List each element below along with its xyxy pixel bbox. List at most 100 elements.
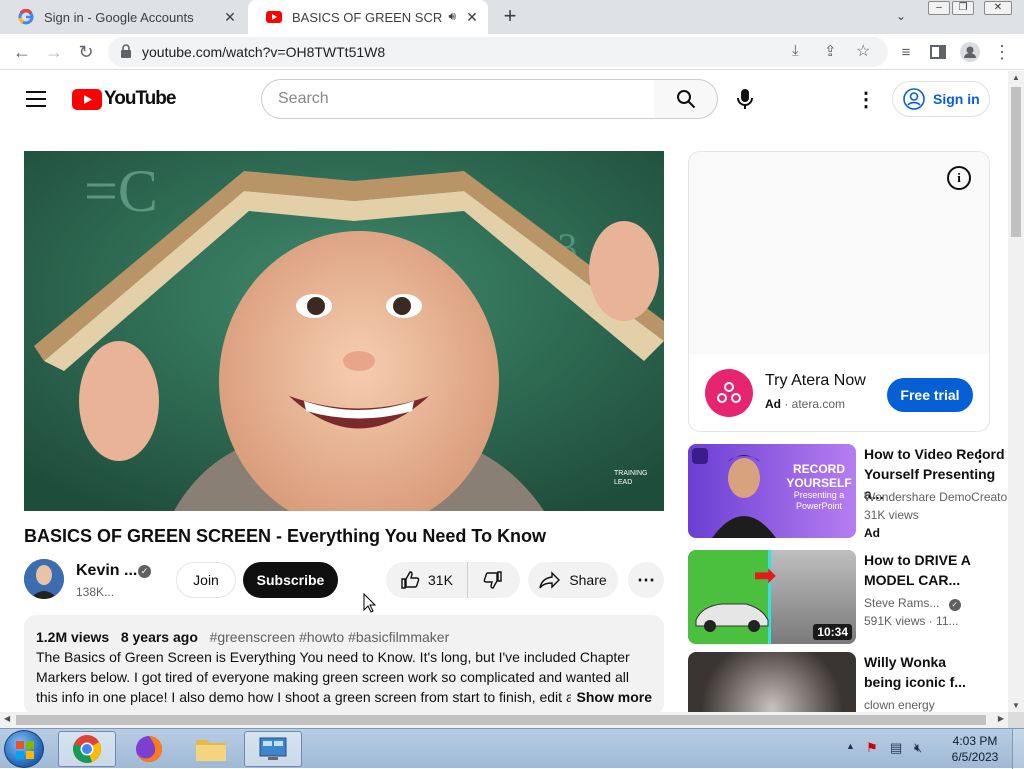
side-panel-icon[interactable] [926, 40, 950, 64]
scroll-down-arrow[interactable]: ▼ [1012, 701, 1020, 710]
tab-search-icon[interactable]: ⌄ [896, 9, 906, 23]
youtube-logo-text: YouTube [104, 88, 176, 109]
taskbar-control-panel[interactable] [244, 731, 302, 767]
recommendation-channel[interactable]: Steve Rams... [864, 596, 939, 610]
recommendation-views: 31K views [864, 508, 919, 522]
close-tab-icon[interactable]: ✕ [222, 9, 238, 25]
scroll-thumb[interactable] [16, 715, 986, 725]
minimize-button[interactable]: – [928, 1, 950, 15]
network-icon[interactable]: ▤ [890, 740, 902, 756]
microphone-icon[interactable] [736, 88, 754, 115]
windows-taskbar: ▲ ⚑ ▤ 🔇︎ 4:03 PM 6/5/2023 [0, 728, 1024, 769]
video-player[interactable]: =C -3 TRAINING LEAD [24, 151, 664, 511]
sign-in-button[interactable]: Sign in [892, 81, 990, 117]
join-button[interactable]: Join [176, 562, 236, 598]
dislike-button[interactable] [468, 562, 518, 598]
channel-avatar[interactable] [24, 559, 64, 599]
scroll-left-arrow[interactable]: ◀ [4, 714, 10, 723]
description-text: The Basics of Green Screen is Everything… [36, 649, 630, 705]
google-icon [18, 9, 34, 25]
new-tab-button[interactable]: + [498, 5, 522, 29]
atera-logo-icon [705, 369, 753, 417]
tab-title: Sign in - Google Accounts [44, 9, 194, 25]
share-label: Share [569, 572, 607, 588]
ad-banner-area[interactable] [689, 152, 989, 354]
reload-icon[interactable]: ↻ [74, 40, 98, 64]
profile-icon[interactable] [958, 40, 982, 64]
show-desktop-button[interactable] [1012, 729, 1024, 769]
close-window-button[interactable]: ✕ [984, 1, 1012, 15]
recommendation-menu-icon[interactable]: ⋮ [972, 446, 988, 466]
recommendation-title[interactable]: Willy Wonka being iconic f... [864, 652, 974, 692]
hashtags[interactable]: #greenscreen #howto #basicfilmmaker [210, 629, 450, 645]
media-control-icon[interactable]: ≡ [894, 40, 918, 64]
search-button[interactable] [654, 79, 718, 119]
show-hidden-icons[interactable]: ▲ [846, 741, 855, 751]
horizontal-scrollbar[interactable]: ◀ ▶ [0, 712, 1008, 728]
ad-info-icon[interactable]: i [947, 166, 971, 190]
recommendation-item[interactable]: RECORD YOURSELF Presenting a PowerPoint … [688, 444, 1011, 540]
taskbar-firefox[interactable] [120, 731, 178, 767]
thumb-text: YOURSELF [786, 476, 852, 490]
clock[interactable]: 4:03 PM 6/5/2023 [948, 733, 1002, 765]
firefox-icon [136, 736, 162, 762]
forward-icon[interactable]: → [42, 40, 66, 64]
youtube-header: YouTube Search ⋮ Sign in [0, 71, 1008, 127]
verified-icon: ✓ [948, 599, 961, 611]
youtube-logo-icon [72, 88, 102, 110]
close-tab-icon[interactable]: ✕ [464, 9, 480, 25]
like-count: 31K [428, 572, 453, 588]
settings-menu-icon[interactable]: ⋮ [856, 87, 876, 112]
sign-in-label: Sign in [933, 91, 980, 107]
recommendation-channel[interactable]: clown energy [864, 696, 935, 712]
video-thumbnail[interactable] [688, 652, 856, 712]
recommendation-item[interactable]: ➡ 10:34 How to DRIVE A MODEL CAR... Stev… [688, 550, 1008, 644]
more-actions-button[interactable]: ⋯ [628, 562, 664, 598]
control-panel-icon [259, 737, 287, 760]
ad-badge: Ad [864, 526, 880, 540]
subscribe-button[interactable]: Subscribe [243, 562, 338, 598]
bookmark-star-icon[interactable]: ☆ [856, 41, 870, 61]
install-icon[interactable]: ⤓ [792, 42, 799, 59]
share-page-icon[interactable]: ⇪ [824, 42, 837, 60]
account-icon [903, 88, 925, 110]
back-icon[interactable]: ← [10, 40, 34, 64]
search-input[interactable]: Search [261, 79, 655, 119]
video-duration: 10:34 [813, 624, 852, 640]
start-button[interactable] [4, 730, 44, 768]
tab-youtube-video[interactable]: BASICS OF GREEN SCREEN - 🔊︎ ✕ [248, 0, 488, 34]
sidebar-ad[interactable]: i Try Atera Now Ad · atera.com Free tria… [688, 151, 990, 432]
address-bar[interactable]: youtube.com/watch?v=OH8TWTt51W8 ⤓ ⇪ ☆ [108, 37, 888, 67]
free-trial-button[interactable]: Free trial [887, 378, 973, 412]
url-text: youtube.com/watch?v=OH8TWTt51W8 [142, 44, 386, 60]
recommendation-channel[interactable]: Wondershare DemoCreator [864, 488, 1011, 506]
view-count: 1.2M views [36, 629, 110, 645]
like-button[interactable]: 31K [386, 562, 468, 598]
lock-icon [120, 44, 132, 63]
show-more-button[interactable]: Show more [570, 687, 652, 707]
mouse-cursor [363, 592, 377, 618]
chrome-menu-icon[interactable]: ⋮ [990, 40, 1014, 64]
scroll-thumb[interactable] [1011, 87, 1021, 237]
taskbar-explorer[interactable] [182, 731, 240, 767]
vertical-scrollbar[interactable]: ▲ ▼ [1008, 71, 1024, 712]
share-button[interactable]: Share [528, 562, 618, 598]
speaker-icon[interactable]: 🔊︎ [448, 9, 456, 24]
youtube-logo[interactable]: YouTube [72, 88, 176, 110]
volume-muted-icon[interactable]: 🔇︎ [914, 740, 922, 756]
video-thumbnail[interactable]: RECORD YOURSELF Presenting a PowerPoint [688, 444, 856, 538]
tab-google-accounts[interactable]: Sign in - Google Accounts ✕ [0, 0, 246, 34]
thumb-text: PowerPoint [795, 501, 843, 511]
network-warning-icon[interactable]: ⚑ [866, 740, 878, 756]
scroll-right-arrow[interactable]: ▶ [998, 714, 1004, 723]
scroll-up-arrow[interactable]: ▲ [1012, 73, 1020, 82]
taskbar-chrome[interactable] [58, 731, 116, 767]
description-box[interactable]: 1.2M views 8 years ago #greenscreen #how… [24, 615, 664, 715]
recommendation-item[interactable]: Willy Wonka being iconic f... clown ener… [688, 652, 1008, 712]
restore-button[interactable]: ❐ [952, 1, 974, 15]
video-thumbnail[interactable]: ➡ 10:34 [688, 550, 856, 644]
hamburger-menu-icon[interactable] [26, 91, 46, 107]
channel-name[interactable]: Kevin ... [76, 562, 137, 580]
verified-icon: ✓ [138, 565, 151, 578]
recommendation-title[interactable]: How to DRIVE A MODEL CAR... [864, 550, 974, 590]
